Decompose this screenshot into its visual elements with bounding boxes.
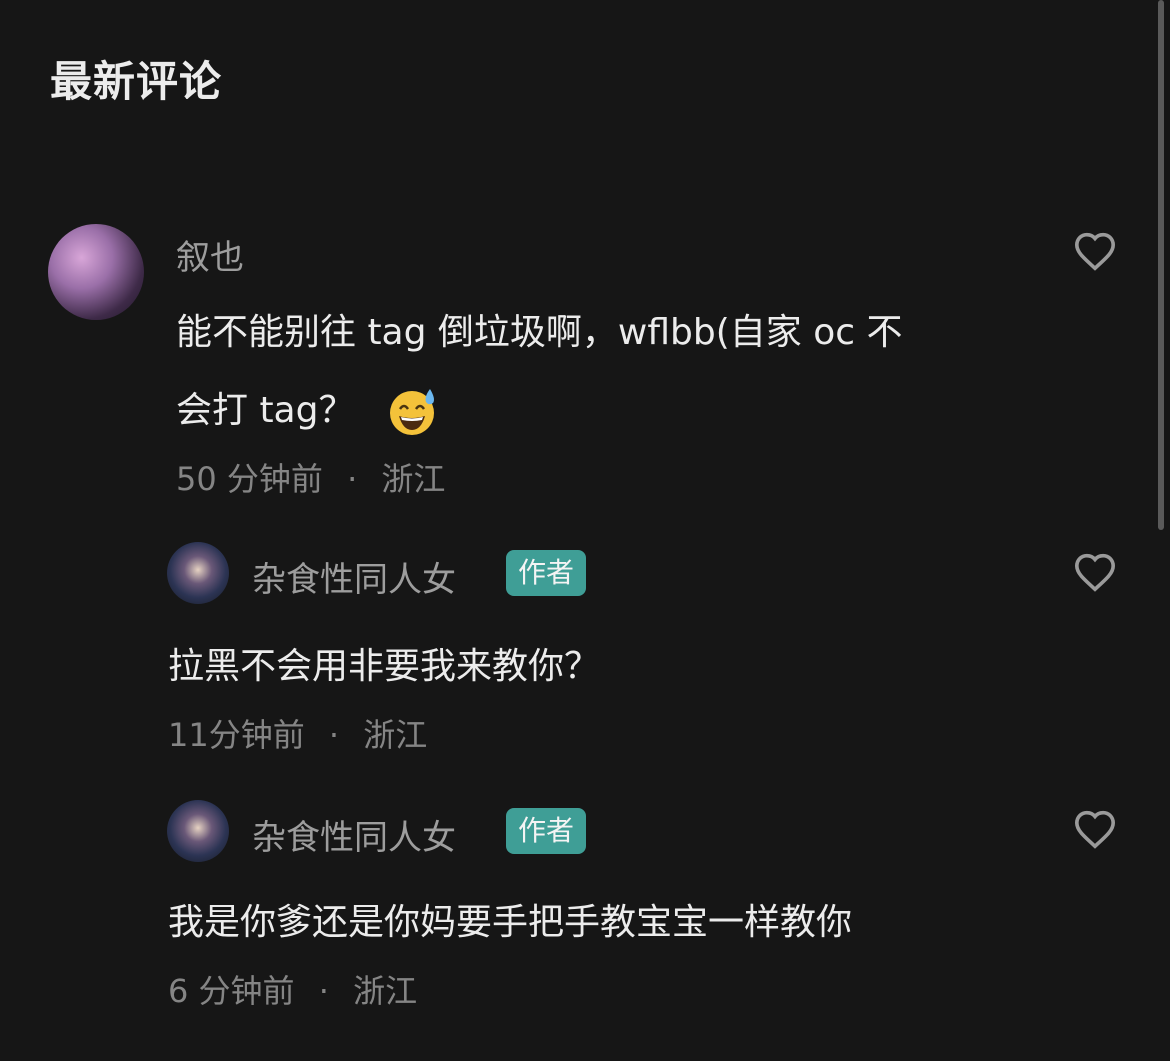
- comment-time: 6 分钟前: [168, 972, 295, 1010]
- comment-text-fragment: 会打 tag？: [176, 390, 355, 431]
- comment-text-line: 会打 tag？: [176, 372, 903, 450]
- meta-separator: ·: [347, 460, 358, 498]
- comment-text: 能不能别往 tag 倒垃圾啊，wflbb(自家 oc 不 会打 tag？: [176, 294, 903, 450]
- avatar[interactable]: [167, 542, 229, 604]
- comment-meta: 50 分钟前 · 浙江: [176, 454, 445, 500]
- comment-text: 拉黑不会用非要我来教你？: [168, 646, 601, 687]
- heart-outline-icon[interactable]: [1073, 809, 1117, 849]
- heart-outline-icon[interactable]: [1073, 231, 1117, 271]
- comment-location: 浙江: [381, 460, 446, 498]
- meta-separator: ·: [318, 972, 329, 1010]
- avatar[interactable]: [48, 224, 144, 320]
- comment-text: 我是你爹还是你妈要手把手教宝宝一样教你: [168, 902, 853, 943]
- meta-separator: ·: [328, 716, 340, 754]
- comment-username[interactable]: 杂食性同人女: [252, 552, 456, 601]
- avatar[interactable]: [167, 800, 229, 862]
- heart-outline-icon[interactable]: [1073, 552, 1117, 592]
- comment-meta: 6 分钟前 · 浙江: [168, 966, 417, 1012]
- author-badge: 作者: [506, 550, 587, 596]
- comment-time: 11分钟前: [168, 716, 305, 754]
- comment-time: 50 分钟前: [176, 460, 323, 498]
- comment-meta: 11分钟前 · 浙江: [168, 710, 427, 756]
- comment-username[interactable]: 叙也: [176, 230, 244, 279]
- comment-text-line: 能不能别往 tag 倒垃圾啊，wflbb(自家 oc 不: [176, 312, 903, 353]
- comment-location: 浙江: [363, 716, 428, 754]
- comment-location: 浙江: [353, 972, 418, 1010]
- scrollbar[interactable]: [1158, 0, 1164, 530]
- author-badge: 作者: [506, 808, 587, 854]
- comment-username[interactable]: 杂食性同人女: [252, 810, 456, 859]
- sweat-smile-emoji: [389, 389, 434, 435]
- section-title: 最新评论: [50, 57, 223, 106]
